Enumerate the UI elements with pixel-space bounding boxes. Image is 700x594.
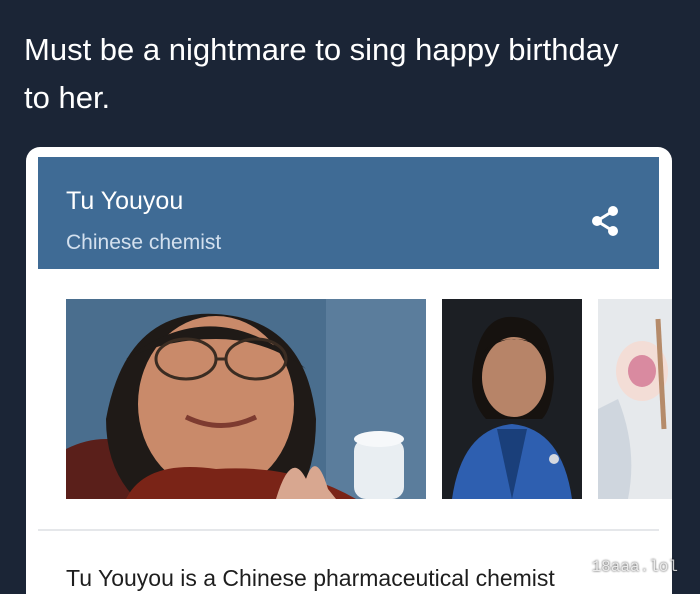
share-button[interactable] bbox=[585, 201, 625, 241]
card-divider bbox=[38, 529, 659, 531]
site-watermark: 18aaa.lol bbox=[591, 558, 678, 576]
post-caption: Must be a nightmare to sing happy birthd… bbox=[24, 32, 619, 115]
knowledge-card: Tu Youyou Chinese chemist Tu Youyou is a… bbox=[26, 147, 672, 594]
card-title[interactable]: Tu Youyou bbox=[66, 187, 183, 216]
share-icon bbox=[592, 206, 618, 236]
image-carousel bbox=[66, 299, 672, 499]
photo-portrait-blue-jacket[interactable] bbox=[442, 299, 582, 499]
card-header: Tu Youyou Chinese chemist bbox=[38, 157, 659, 269]
photo-lab-partial[interactable] bbox=[598, 299, 672, 499]
card-description: Tu Youyou is a Chinese pharmaceutical ch… bbox=[66, 565, 555, 591]
card-subtitle: Chinese chemist bbox=[66, 231, 222, 254]
photo-portrait-smiling[interactable] bbox=[66, 299, 426, 499]
